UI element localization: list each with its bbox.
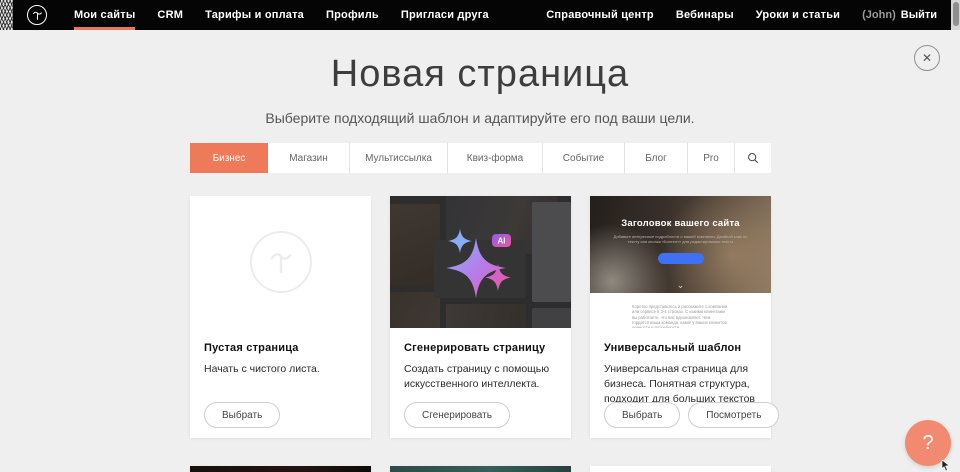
nav-invite-friend[interactable]: Пригласи друга — [390, 0, 500, 30]
choose-button[interactable]: Выбрать — [204, 402, 280, 428]
nav-profile[interactable]: Профиль — [315, 0, 390, 30]
template-cards-row: Пустая страница Начать с чистого листа. … — [190, 196, 771, 438]
nav-help-center[interactable]: Справочный центр — [535, 0, 665, 30]
card-title: Универсальный шаблон — [604, 342, 757, 354]
tab-blog[interactable]: Блог — [625, 143, 688, 173]
template-category-tabs: Бизнес Магазин Мультиссылка Квиз-форма С… — [190, 143, 771, 173]
template-hero-cta-button — [658, 253, 704, 264]
tab-event[interactable]: Событие — [543, 143, 625, 173]
card-description: Начать с чистого листа. — [204, 362, 357, 377]
template-hero-title: Заголовок вашего сайта — [590, 218, 771, 229]
generate-button[interactable]: Сгенерировать — [404, 402, 510, 428]
template-preview: Заголовок вашего сайта Добавьте интересн… — [590, 196, 771, 328]
template-body-section: Коротко представьтесь и расскажите о ком… — [590, 293, 771, 328]
tab-search[interactable] — [735, 143, 771, 173]
secondary-nav: Справочный центр Вебинары Уроки и статьи… — [535, 0, 937, 30]
cursor-pointer-icon — [941, 460, 951, 472]
primary-nav: Мои сайты CRM Тарифы и оплата Профиль Пр… — [63, 0, 500, 30]
template-cards-row-2 — [190, 466, 771, 472]
card-description: Создать страницу с помощью искусственног… — [404, 362, 557, 392]
tab-multilink[interactable]: Мультиссылка — [350, 143, 448, 173]
preview-button[interactable]: Посмотреть — [688, 402, 779, 428]
user-name-label: (John) — [851, 9, 896, 21]
card-universal-template[interactable]: Заголовок вашего сайта Добавьте интересн… — [590, 196, 771, 438]
card-blank-page[interactable]: Пустая страница Начать с чистого листа. … — [190, 196, 371, 438]
page-scrollbar[interactable] — [951, 0, 960, 30]
tilda-logo-icon[interactable] — [27, 5, 47, 25]
nav-lessons-articles[interactable]: Уроки и статьи — [745, 0, 851, 30]
template-hero-image: Заголовок вашего сайта Добавьте интересн… — [590, 196, 771, 293]
ai-sparkle-icon: AI — [390, 196, 571, 328]
tab-quiz-form[interactable]: Квиз-форма — [448, 143, 543, 173]
tab-business[interactable]: Бизнес — [190, 143, 268, 173]
tab-store[interactable]: Магазин — [268, 143, 350, 173]
page-title: Новая страница — [0, 53, 960, 96]
logout-link[interactable]: Выйти — [896, 9, 937, 21]
template-card-partial[interactable] — [190, 466, 371, 472]
template-body-text: Коротко представьтесь и расскажите о ком… — [632, 304, 728, 328]
tab-pro[interactable]: Pro — [688, 143, 735, 173]
card-title: Сгенерировать страницу — [404, 342, 557, 354]
template-card-partial[interactable] — [390, 466, 571, 472]
card-ai-generate[interactable]: AI Сгенерировать страницу Создать страни… — [390, 196, 571, 438]
top-navigation-bar: Мои сайты CRM Тарифы и оплата Профиль Пр… — [13, 0, 951, 30]
nav-plans-payment[interactable]: Тарифы и оплата — [194, 0, 315, 30]
chevron-down-icon: ⌄ — [590, 281, 771, 290]
ai-collage-preview: AI — [390, 196, 571, 328]
svg-text:AI: AI — [498, 237, 506, 246]
blank-page-preview — [190, 196, 371, 328]
background-pattern — [0, 0, 13, 30]
page-subtitle: Выберите подходящий шаблон и адаптируйте… — [0, 110, 960, 126]
choose-button[interactable]: Выбрать — [604, 402, 680, 428]
template-hero-subtitle: Добавьте интересные подробности о вашей … — [608, 234, 753, 244]
nav-crm[interactable]: CRM — [146, 0, 194, 30]
tilda-watermark-icon — [250, 231, 312, 293]
template-card-partial[interactable] — [590, 466, 771, 472]
nav-my-sites[interactable]: Мои сайты — [63, 0, 146, 30]
card-title: Пустая страница — [204, 342, 357, 354]
nav-webinars[interactable]: Вебинары — [665, 0, 745, 30]
search-icon — [747, 152, 759, 164]
scrollbar-thumb[interactable] — [953, 2, 959, 26]
